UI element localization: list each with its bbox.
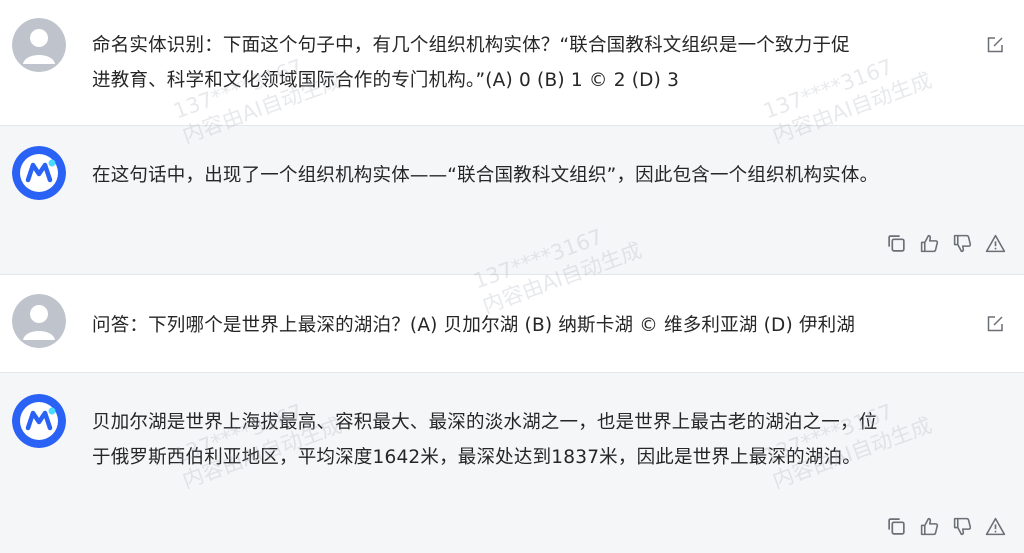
assistant-message-2: 贝加尔湖是世界上海拔最高、容积最大、最深的淡水湖之一，也是世界上最古老的湖泊之一… (0, 372, 1024, 553)
message-actions (886, 233, 1006, 254)
message-line: 于俄罗斯西伯利亚地区，平均深度1642米，最深处达到1837米，因此是世界上最深… (92, 447, 861, 468)
user-message-2: 问答：下列哪个是世界上最深的湖泊？(A) 贝加尔湖 (B) 纳斯卡湖 © 维多利… (0, 275, 1024, 372)
assistant-message-1: 在这句话中，出现了一个组织机构实体——“联合国教科文组织”，因此包含一个组织机构… (0, 125, 1024, 275)
user-avatar-icon (12, 18, 66, 72)
assistant-message-text: 贝加尔湖是世界上海拔最高、容积最大、最深的淡水湖之一，也是世界上最古老的湖泊之一… (92, 405, 877, 475)
message-actions (886, 516, 1006, 537)
message-line: 进教育、科学和文化领域国际合作的专门机构。”(A) 0 (B) 1 © 2 (D… (92, 70, 680, 91)
assistant-message-text: 在这句话中，出现了一个组织机构实体——“联合国教科文组织”，因此包含一个组织机构… (92, 158, 878, 193)
thumbs-down-icon[interactable] (952, 233, 973, 254)
report-icon[interactable] (985, 516, 1006, 537)
message-line: 问答：下列哪个是世界上最深的湖泊？(A) 贝加尔湖 (B) 纳斯卡湖 © 维多利… (92, 315, 856, 336)
user-message-1: 命名实体识别：下面这个句子中，有几个组织机构实体？“联合国教科文组织是一个致力于… (0, 0, 1024, 125)
assistant-logo-icon (12, 394, 66, 448)
message-line: 贝加尔湖是世界上海拔最高、容积最大、最深的淡水湖之一，也是世界上最古老的湖泊之一… (92, 412, 878, 433)
message-line: 在这句话中，出现了一个组织机构实体——“联合国教科文组织”，因此包含一个组织机构… (92, 165, 879, 186)
message-line: 命名实体识别：下面这个句子中，有几个组织机构实体？“联合国教科文组织是一个致力于… (92, 35, 850, 56)
copy-icon[interactable] (886, 516, 907, 537)
edit-icon[interactable] (986, 36, 1004, 54)
report-icon[interactable] (985, 233, 1006, 254)
thumbs-up-icon[interactable] (919, 516, 940, 537)
user-avatar-icon (12, 294, 66, 348)
copy-icon[interactable] (886, 233, 907, 254)
edit-icon[interactable] (986, 315, 1004, 333)
thumbs-up-icon[interactable] (919, 233, 940, 254)
user-message-text: 命名实体识别：下面这个句子中，有几个组织机构实体？“联合国教科文组织是一个致力于… (92, 28, 850, 98)
thumbs-down-icon[interactable] (952, 516, 973, 537)
assistant-logo-icon (12, 146, 66, 200)
user-message-text: 问答：下列哪个是世界上最深的湖泊？(A) 贝加尔湖 (B) 纳斯卡湖 © 维多利… (92, 308, 855, 343)
